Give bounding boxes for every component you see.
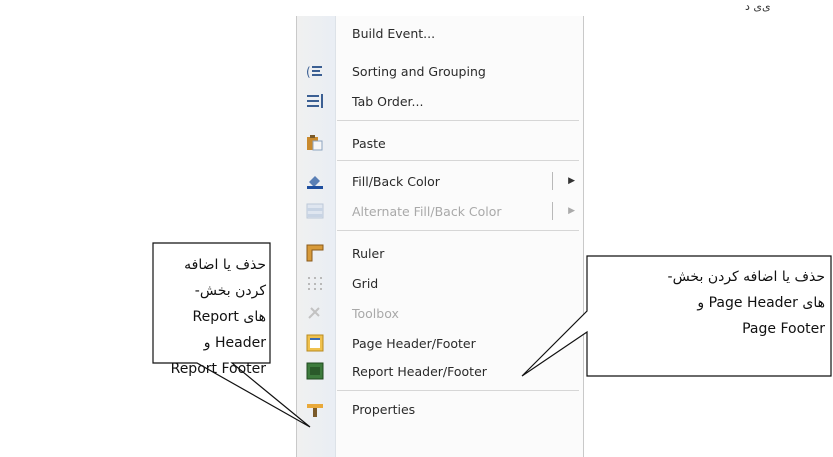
callout-right-text: حذف یا اضافه کردن بخش- های Page Header و… <box>593 264 825 342</box>
callout-line: های Page Header و <box>697 295 825 311</box>
callout-line: Report Footer <box>170 361 266 377</box>
callout-line: های Report Header و <box>192 309 266 351</box>
callout-shapes <box>152 242 832 428</box>
callout-line: حذف یا اضافه کردن بخش- <box>667 269 825 285</box>
callout-line: Page Footer <box>742 321 825 337</box>
callout-left-text: حذف یا اضافه کردن بخش- های Report Header… <box>156 252 266 382</box>
callout-line: حذف یا اضافه کردن بخش- <box>184 257 266 299</box>
